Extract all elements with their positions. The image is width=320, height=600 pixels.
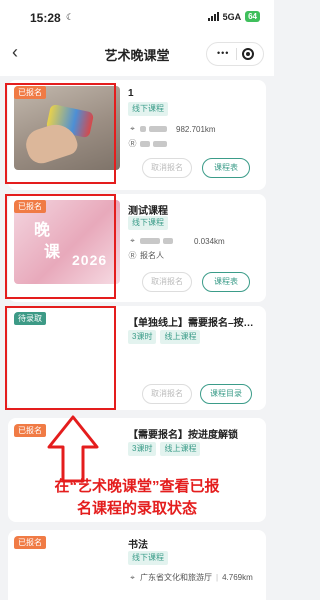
course-tag: 线下课程 — [128, 216, 168, 230]
course-tag: 3课时 — [128, 442, 157, 456]
status-badge: 已报名 — [14, 536, 46, 549]
course-title: 书法 — [128, 540, 148, 551]
redacted-text — [140, 126, 146, 132]
course-tag: 线上课程 — [160, 442, 201, 456]
course-thumbnail[interactable]: 已报名 — [14, 536, 120, 600]
schedule-button[interactable]: 课程表 — [202, 272, 250, 292]
redacted-text — [163, 238, 173, 244]
redacted-text — [153, 140, 167, 147]
signal-icon — [207, 12, 219, 21]
redacted-text — [140, 238, 160, 244]
course-location-row: ⌖ 982.701km — [128, 124, 216, 134]
cancel-registration-button[interactable]: 取消报名 — [142, 384, 192, 404]
course-tags: 线下课程 — [128, 216, 168, 230]
course-tag: 3课时 — [128, 330, 157, 344]
course-tag: 线下课程 — [128, 102, 168, 116]
redacted-text — [140, 140, 150, 147]
course-tag: 线上课程 — [160, 330, 201, 344]
course-tags: 3课时 线上课程 — [128, 330, 201, 344]
person-icon: Ⓡ — [128, 139, 137, 148]
course-title: 测试课程 — [128, 206, 168, 217]
status-time: 15:28 — [30, 11, 61, 25]
location-icon: ⌖ — [130, 236, 135, 245]
close-miniapp-icon[interactable] — [242, 48, 254, 60]
course-distance: 0.034km — [194, 236, 225, 246]
row-divider: | — [216, 573, 219, 582]
battery-icon: 64 — [245, 11, 260, 22]
course-catalog-button[interactable]: 课程目录 — [200, 384, 252, 404]
course-location-row: ⌖ 0.034km — [128, 236, 225, 246]
redacted-text — [149, 126, 167, 132]
location-icon: ⌖ — [130, 124, 135, 133]
annotation-line: 名课程的录取状态 — [76, 500, 197, 517]
course-title: 【单独线上】需要报名–按… — [128, 318, 254, 329]
more-menu-icon[interactable]: ••• — [217, 48, 229, 58]
cancel-registration-button[interactable]: 取消报名 — [142, 272, 192, 292]
annotation-caption: 在“艺术晚课堂”查看已报 名课程的录取状态 — [4, 476, 270, 520]
course-location-row: ⌖ 广东省文化和旅游厅 | 4.769km — [128, 572, 253, 583]
course-distance: 982.701km — [176, 124, 216, 134]
course-tags: 3课时 线上课程 — [128, 442, 201, 456]
course-tags: 线下课程 — [128, 551, 168, 565]
up-arrow-annotation — [47, 415, 99, 483]
highlight-box — [5, 83, 116, 184]
schedule-button[interactable]: 课程表 — [202, 158, 250, 178]
highlight-box — [5, 306, 116, 410]
course-person-row: Ⓡ — [128, 138, 167, 149]
course-distance: 4.769km — [222, 573, 253, 582]
location-icon: ⌖ — [130, 572, 135, 582]
moon-icon: ☾ — [66, 12, 75, 22]
highlight-box — [5, 194, 116, 299]
course-title: 1 — [128, 88, 134, 99]
person-label: 报名人 — [140, 251, 164, 260]
course-tags: 线下课程 — [128, 102, 168, 116]
miniapp-capsule: ••• — [206, 42, 264, 66]
course-person-row: Ⓡ 报名人 — [128, 250, 165, 261]
status-badge: 已报名 — [14, 424, 46, 437]
capsule-divider — [236, 48, 237, 60]
course-title: 【需要报名】按进度解锁 — [128, 430, 238, 441]
status-bar: 15:28 ☾ 5GA 64 — [0, 0, 274, 32]
network-label: 5GA — [222, 11, 242, 22]
course-tag: 线下课程 — [128, 551, 168, 565]
cancel-registration-button[interactable]: 取消报名 — [142, 158, 192, 178]
annotation-line: 在“艺术晚课堂”查看已报 — [54, 478, 220, 495]
person-icon: Ⓡ — [128, 251, 137, 260]
course-card[interactable]: 已报名 书法 线下课程 ⌖ 广东省文化和旅游厅 | 4.769km — [8, 530, 266, 600]
system-indicators: 5GA 64 — [207, 11, 260, 22]
course-location: 广东省文化和旅游厅 — [140, 573, 212, 582]
nav-bar: ‹ 艺术晚课堂 ••• — [0, 32, 274, 76]
